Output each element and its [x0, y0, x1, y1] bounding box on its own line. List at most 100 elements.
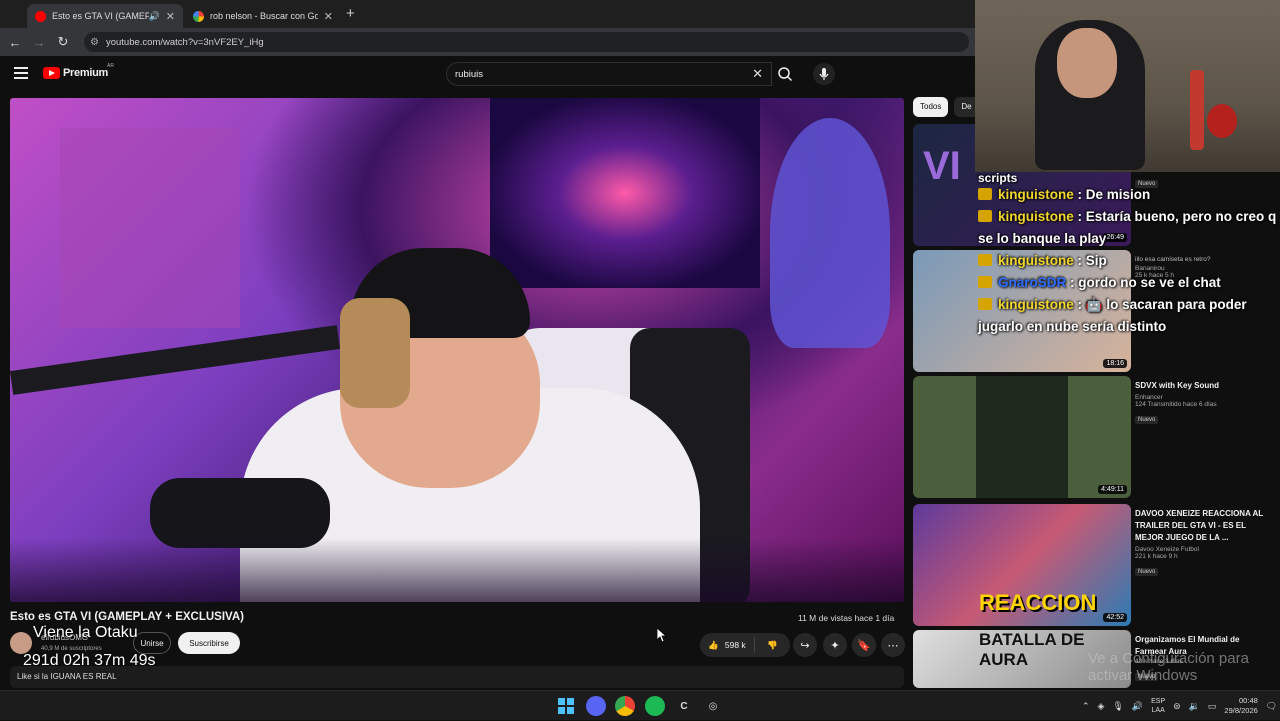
like-dislike-group: 👍 598 k 👎 — [700, 633, 790, 657]
chat-text: : De mision — [1073, 187, 1151, 202]
search-input[interactable]: rubiuis ✕ — [446, 62, 772, 86]
video-thumbnail[interactable]: REACCION 42:52 — [913, 504, 1131, 626]
channel-avatar[interactable] — [10, 632, 32, 654]
tab-google[interactable]: rob nelson - Buscar con Google ✕ — [185, 4, 341, 28]
more-actions-button[interactable]: ⋯ — [881, 633, 905, 657]
microphone-icon — [819, 68, 829, 80]
obs-icon[interactable]: ◎ — [703, 696, 723, 716]
stream-overlay-title: Viene la Otaku — [33, 624, 138, 641]
chat-message: scripts — [975, 172, 1280, 184]
subscribe-button[interactable]: Suscribirse — [178, 632, 240, 654]
volume-icon[interactable]: 🔊 — [1132, 701, 1143, 712]
reload-icon[interactable]: ↻ — [51, 34, 75, 50]
tab-title: rob nelson - Buscar con Google — [210, 11, 318, 21]
chat-message: kinguistone : Estaría bueno, pero no cre… — [975, 206, 1280, 250]
spotify-icon[interactable] — [645, 696, 665, 716]
language-code: ESP — [1151, 698, 1166, 705]
thumbnail-text: BATALLA DE AURA — [979, 630, 1085, 669]
dislike-button[interactable]: 👎 — [755, 640, 790, 651]
recommended-video[interactable]: 4:49:11 SDVX with Key Sound Enhancer 124… — [913, 376, 1273, 498]
ccleaner-icon[interactable]: C — [674, 696, 694, 716]
video-player[interactable] — [10, 98, 904, 602]
chevron-up-icon[interactable]: ⌃ — [1082, 701, 1090, 712]
address-toolbar: ← → ↻ ⚙ youtube.com/watch?v=3nVF2EY_iHg — [0, 28, 975, 56]
site-info-icon[interactable]: ⚙ — [90, 37, 99, 48]
windows-logo-icon — [558, 698, 574, 714]
channel-name: Enhancer — [1135, 394, 1163, 401]
chrome-icon[interactable] — [615, 696, 635, 716]
chat-message: kinguistone : Sip — [975, 250, 1280, 272]
crown-badge-icon — [978, 188, 992, 200]
keyboard-layout: LAA — [1151, 707, 1165, 714]
system-tray: ⌃ ◈ 🎙 🔊 ESP LAA ⊜ 🔉 ▭ 00:48 29/8/2026 🗨 — [1082, 691, 1277, 721]
start-button[interactable] — [556, 696, 576, 716]
like-button[interactable]: 👍 598 k — [700, 637, 755, 653]
video-thumbnail[interactable]: 4:49:11 — [913, 376, 1131, 498]
chat-text: : Sip — [1073, 253, 1107, 268]
clock[interactable]: 00:48 29/8/2026 — [1224, 696, 1257, 716]
menu-icon[interactable] — [14, 67, 28, 82]
crown-badge-icon — [978, 210, 992, 222]
crown-badge-icon — [978, 298, 992, 310]
chat-username: GnaroSDR — [998, 275, 1067, 290]
youtube-favicon-icon — [35, 10, 46, 22]
recommended-video[interactable]: REACCION 42:52 DAVOO XENEIZE REACCIONA A… — [913, 504, 1273, 626]
desk-shadow — [10, 538, 904, 602]
ask-button[interactable]: ✦ — [823, 633, 847, 657]
game-screen — [976, 376, 1068, 498]
battery-icon[interactable]: ▭ — [1208, 701, 1217, 712]
description-text: Like si la IGUANA ES REAL — [17, 672, 117, 681]
speaker-icon[interactable]: 🔉 — [1189, 701, 1200, 712]
channel-name: Davoo Xeneize Futbol — [1135, 546, 1199, 553]
wifi-icon[interactable]: ⊜ — [1173, 701, 1181, 712]
browser-tab-bar: Esto es GTA VI (GAMEPLAY 🔊 ✕ rob nelson … — [0, 0, 975, 28]
search-value: rubiuis — [455, 68, 483, 80]
speaker-icon[interactable]: 🔊 — [149, 11, 160, 22]
new-tab-icon[interactable]: + — [346, 5, 355, 22]
back-icon[interactable]: ← — [3, 35, 27, 50]
save-button[interactable]: 🔖 — [852, 633, 876, 657]
sparkle-icon: ✦ — [830, 639, 840, 652]
clear-search-icon[interactable]: ✕ — [752, 66, 763, 82]
share-button[interactable]: ↪ — [793, 633, 817, 657]
crown-badge-icon — [978, 254, 992, 266]
tab-youtube[interactable]: Esto es GTA VI (GAMEPLAY 🔊 ✕ — [27, 4, 183, 28]
close-tab-icon[interactable]: ✕ — [166, 10, 175, 23]
join-button[interactable]: Unirse — [133, 632, 171, 654]
logo-text: Premium — [63, 67, 108, 79]
spiderman-figure — [1207, 104, 1237, 138]
voice-search-button[interactable] — [813, 63, 835, 85]
chat-message: kinguistone : 🤖 lo sacaran para poder ju… — [975, 294, 1280, 338]
person-hair — [340, 298, 410, 408]
webcam-overlay — [975, 0, 1280, 172]
time: 00:48 — [1239, 696, 1258, 705]
chat-username: kinguistone — [998, 187, 1074, 202]
chip-all[interactable]: Todos — [913, 97, 949, 117]
discord-icon[interactable] — [586, 696, 606, 716]
thumbs-up-icon: 👍 — [708, 639, 719, 650]
language-indicator[interactable]: ESP LAA — [1151, 697, 1165, 715]
bookmark-icon: 🔖 — [857, 639, 871, 652]
chat-text: scripts — [978, 171, 1018, 185]
windows-taskbar: C ◎ ⌃ ◈ 🎙 🔊 ESP LAA ⊜ 🔉 ▭ 00:48 29/8/202… — [0, 690, 1280, 720]
video-title: DAVOO XENEIZE REACCIONA AL TRAILER DEL G… — [1135, 509, 1264, 542]
microphone-icon[interactable]: 🎙 — [1112, 701, 1123, 712]
search-button[interactable] — [772, 62, 798, 86]
chat-text: : gordo no se ve el chat — [1066, 275, 1221, 290]
chat-message: GnaroSDR : gordo no se ve el chat — [975, 272, 1280, 294]
youtube-play-icon — [43, 67, 60, 79]
address-bar[interactable]: ⚙ youtube.com/watch?v=3nVF2EY_iHg — [84, 32, 969, 52]
bottle — [1190, 70, 1204, 150]
video-duration: 18:16 — [1103, 359, 1127, 368]
close-tab-icon[interactable]: ✕ — [324, 10, 333, 23]
tab-title: Esto es GTA VI (GAMEPLAY — [52, 11, 149, 21]
video-title: Esto es GTA VI (GAMEPLAY + EXCLUSIVA) — [10, 611, 244, 623]
youtube-masthead: Premium AR rubiuis ✕ — [0, 56, 975, 94]
notification-icon[interactable]: 🗨 — [1266, 701, 1277, 712]
video-duration: 42:52 — [1103, 613, 1127, 622]
streamer-face — [1057, 28, 1117, 98]
youtube-logo[interactable]: Premium AR — [43, 63, 114, 79]
network-icon[interactable]: ◈ — [1098, 701, 1105, 712]
forward-icon[interactable]: → — [27, 35, 51, 50]
description-box[interactable]: Like si la IGUANA ES REAL — [10, 666, 904, 688]
